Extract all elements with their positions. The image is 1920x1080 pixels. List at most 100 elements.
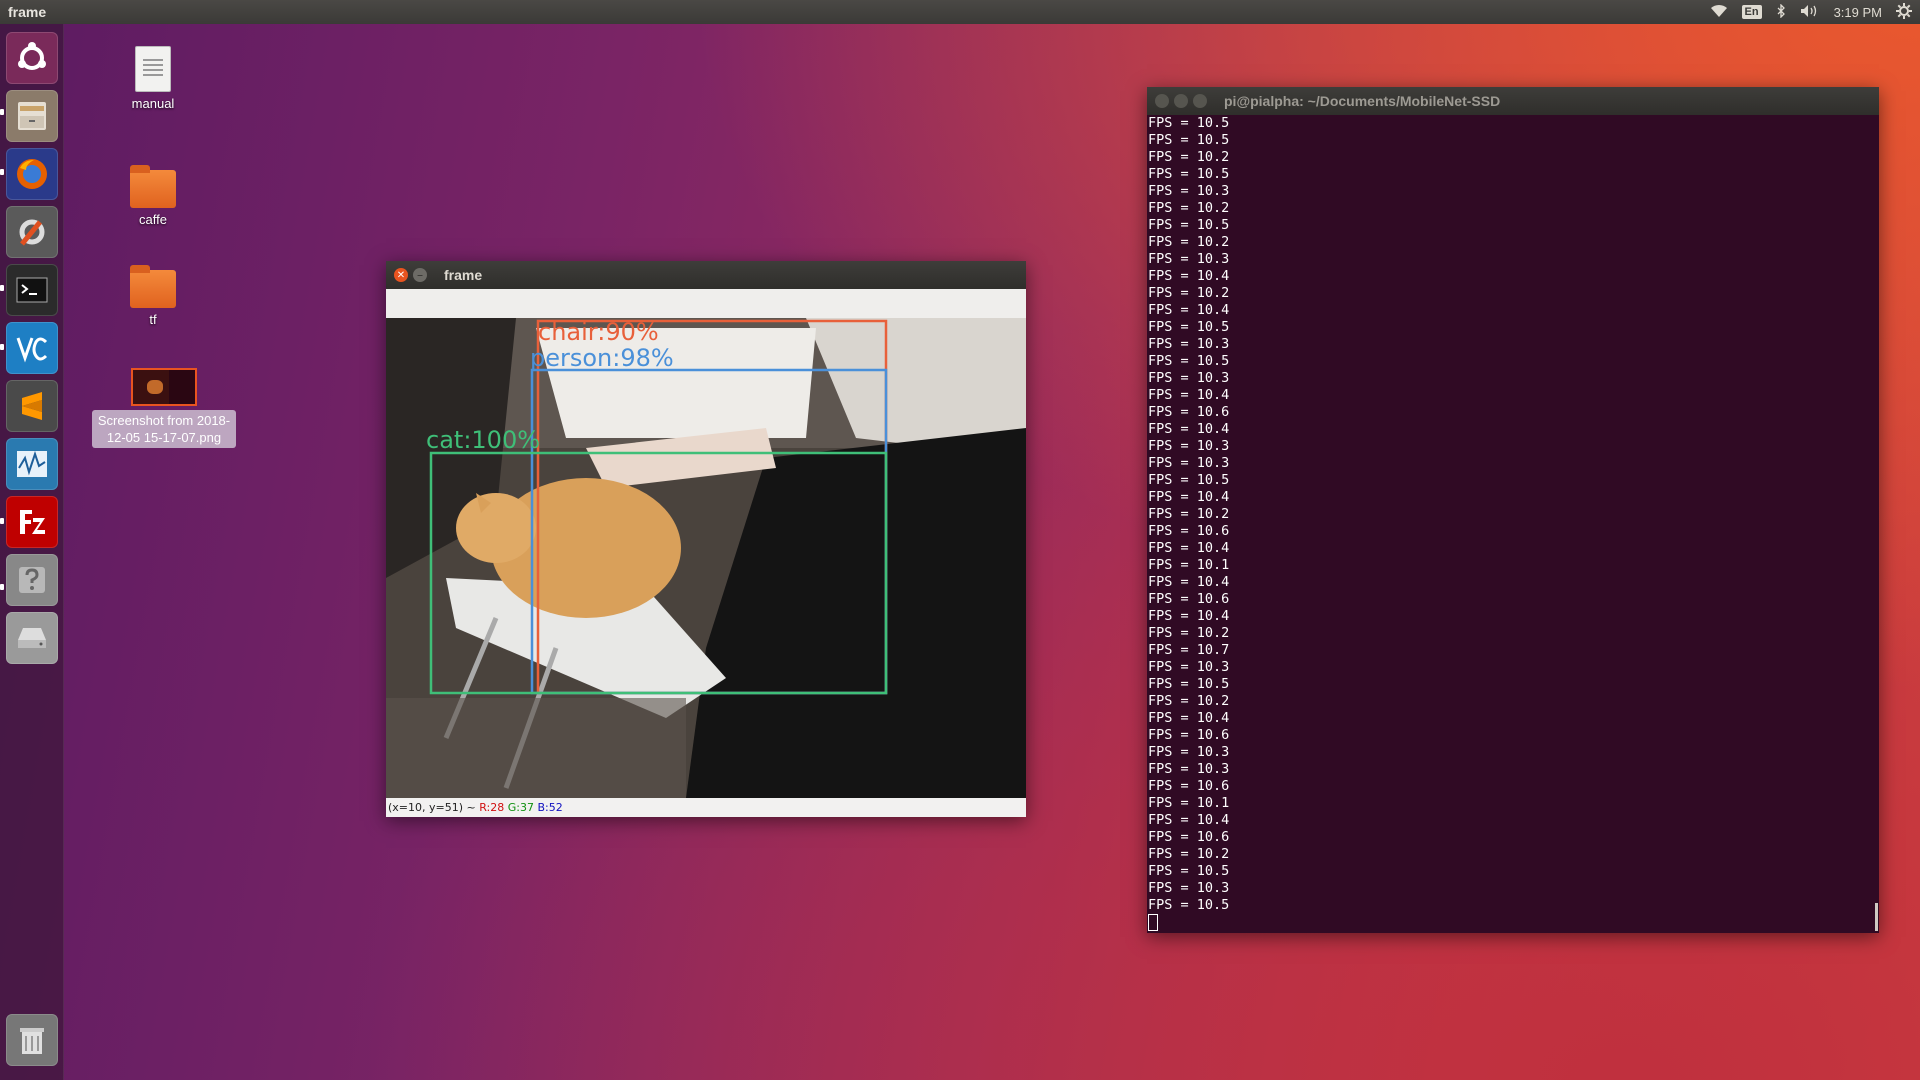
vnc-icon[interactable] <box>6 322 58 374</box>
top-panel: frame En 3:19 PM <box>0 0 1920 24</box>
maximize-icon[interactable] <box>1193 94 1207 108</box>
minimize-icon[interactable]: – <box>413 268 427 282</box>
terminal-line: FPS = 10.3 <box>1148 251 1230 267</box>
terminal-line: FPS = 10.3 <box>1148 659 1230 675</box>
ubuntu-logo-icon[interactable] <box>6 32 58 84</box>
running-indicator <box>0 109 4 115</box>
desktop-icon-tf[interactable]: tf <box>98 265 208 327</box>
terminal-cursor <box>1148 914 1158 931</box>
help-icon[interactable] <box>6 554 58 606</box>
terminal-line: FPS = 10.5 <box>1148 472 1230 488</box>
indicator-area: En 3:19 PM <box>1710 0 1912 24</box>
volume-icon[interactable] <box>1800 4 1820 21</box>
keyboard-layout-indicator[interactable]: En <box>1741 5 1762 19</box>
detection-label-person: person:98% <box>530 344 674 372</box>
terminal-line: FPS = 10.2 <box>1148 285 1230 301</box>
terminal-line: FPS = 10.4 <box>1148 387 1230 403</box>
terminal-line: FPS = 10.2 <box>1148 693 1230 709</box>
terminal-line: FPS = 10.4 <box>1148 812 1230 828</box>
detection-label-chair: chair:90% <box>538 318 659 346</box>
terminal-line: FPS = 10.3 <box>1148 880 1230 896</box>
detection-overlay <box>429 319 888 695</box>
terminal-line: FPS = 10.6 <box>1148 523 1230 539</box>
clock[interactable]: 3:19 PM <box>1834 5 1882 20</box>
folder-icon <box>130 265 176 308</box>
terminal-prompt-line <box>1148 914 1879 931</box>
terminal-line: FPS = 10.5 <box>1148 132 1230 148</box>
wifi-icon[interactable] <box>1710 4 1728 21</box>
folder-icon <box>130 165 176 208</box>
cursor-coords: (x=10, y=51) ~ <box>388 801 476 814</box>
terminal-line: FPS = 10.5 <box>1148 676 1230 692</box>
bluetooth-icon[interactable] <box>1776 2 1786 21</box>
desktop-icon-screenshot[interactable]: Screenshot from 2018-12-05 15-17-07.png <box>92 368 236 448</box>
minimize-icon[interactable] <box>1174 94 1188 108</box>
terminal-line: FPS = 10.4 <box>1148 268 1230 284</box>
terminal-title: pi@pialpha: ~/Documents/MobileNet-SSD <box>1224 93 1501 109</box>
close-icon[interactable]: ✕ <box>394 268 408 282</box>
terminal-line: FPS = 10.4 <box>1148 540 1230 556</box>
firefox-icon[interactable] <box>6 148 58 200</box>
pixel-status-bar: (x=10, y=51) ~ R:28 G:37 B:52 <box>386 798 1026 817</box>
close-icon[interactable] <box>1155 94 1169 108</box>
terminal-line: FPS = 10.5 <box>1148 897 1230 913</box>
terminal-line: FPS = 10.3 <box>1148 761 1230 777</box>
running-indicator <box>0 285 4 291</box>
terminal-window[interactable]: pi@pialpha: ~/Documents/MobileNet-SSD FP… <box>1147 87 1879 933</box>
terminal-line: FPS = 10.2 <box>1148 149 1230 165</box>
desktop-icon-label: Screenshot from 2018-12-05 15-17-07.png <box>92 410 236 448</box>
camera-frame: chair:90% person:98% cat:100% <box>386 318 1026 798</box>
terminal-line: FPS = 10.1 <box>1148 557 1230 573</box>
filezilla-icon[interactable] <box>6 496 58 548</box>
running-indicator <box>0 344 4 350</box>
terminal-line: FPS = 10.6 <box>1148 591 1230 607</box>
terminal-scrollbar[interactable] <box>1875 903 1878 931</box>
terminal-line: FPS = 10.5 <box>1148 115 1230 131</box>
terminal-line: FPS = 10.5 <box>1148 353 1230 369</box>
trash-icon[interactable] <box>6 1014 58 1066</box>
settings-wrench-icon[interactable] <box>6 206 58 258</box>
file-cabinet-icon[interactable] <box>6 90 58 142</box>
frame-window[interactable]: ✕ – frame chair:90% person:98% cat:100% <box>386 261 1026 817</box>
frame-titlebar[interactable]: ✕ – frame <box>386 261 1026 289</box>
terminal-line: FPS = 10.6 <box>1148 829 1230 845</box>
desktop-icon-manual[interactable]: manual <box>98 46 208 111</box>
terminal-line: FPS = 10.4 <box>1148 421 1230 437</box>
terminal-titlebar[interactable]: pi@pialpha: ~/Documents/MobileNet-SSD <box>1147 87 1879 115</box>
terminal-line: FPS = 10.5 <box>1148 863 1230 879</box>
terminal-line: FPS = 10.6 <box>1148 778 1230 794</box>
terminal-line: FPS = 10.5 <box>1148 319 1230 335</box>
terminal-line: FPS = 10.3 <box>1148 455 1230 471</box>
active-app-title: frame <box>8 4 47 20</box>
terminal-line: FPS = 10.3 <box>1148 370 1230 386</box>
terminal-line: FPS = 10.4 <box>1148 302 1230 318</box>
terminal-output[interactable]: FPS = 10.5 FPS = 10.5 FPS = 10.2 FPS = 10.5… <box>1147 115 1879 931</box>
disk-icon[interactable] <box>6 612 58 664</box>
cat-detection-box <box>429 451 888 695</box>
terminal-line: FPS = 10.2 <box>1148 234 1230 250</box>
running-indicator <box>0 169 4 175</box>
terminal-line: FPS = 10.4 <box>1148 608 1230 624</box>
terminal-line: FPS = 10.7 <box>1148 642 1230 658</box>
desktop-icon-label: tf <box>149 312 157 327</box>
document-icon <box>135 46 171 92</box>
window-title: frame <box>444 267 483 283</box>
terminal-line: FPS = 10.2 <box>1148 506 1230 522</box>
monitor-graph-icon[interactable] <box>6 438 58 490</box>
terminal-line: FPS = 10.2 <box>1148 200 1230 216</box>
desktop-icon-label: caffe <box>139 212 167 227</box>
terminal-line: FPS = 10.3 <box>1148 183 1230 199</box>
terminal-line: FPS = 10.2 <box>1148 846 1230 862</box>
person-detection-box <box>530 368 888 695</box>
terminal-line: FPS = 10.3 <box>1148 336 1230 352</box>
terminal-icon[interactable] <box>6 264 58 316</box>
desktop-icon-caffe[interactable]: caffe <box>98 165 208 227</box>
terminal-line: FPS = 10.4 <box>1148 574 1230 590</box>
gear-icon[interactable] <box>1896 2 1912 22</box>
sublime-icon[interactable] <box>6 380 58 432</box>
terminal-line: FPS = 10.3 <box>1148 438 1230 454</box>
terminal-line: FPS = 10.2 <box>1148 625 1230 641</box>
terminal-line: FPS = 10.3 <box>1148 744 1230 760</box>
pixel-blue: B:52 <box>537 801 563 814</box>
pixel-green: G:37 <box>507 801 534 814</box>
